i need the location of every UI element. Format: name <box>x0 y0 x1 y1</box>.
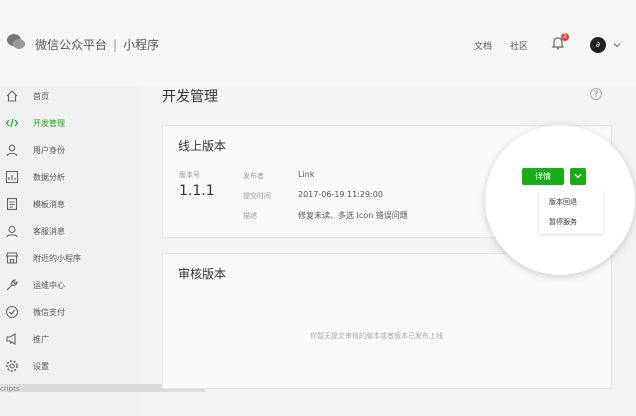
brand-separator: | <box>113 38 118 52</box>
wrench-icon <box>6 279 18 291</box>
help-icon[interactable]: ? <box>590 88 602 100</box>
chart-icon <box>5 170 19 184</box>
description-value: 修复未读、多选 Icon 错误问题 <box>298 211 408 220</box>
sidebar-item-settings[interactable]: 设置 <box>0 356 140 378</box>
avatar[interactable]: ∂ <box>590 37 606 53</box>
menu-item-pause-service[interactable]: 暂停服务 <box>549 217 577 227</box>
version-label: 版本号 <box>179 171 200 179</box>
publisher-value: Link <box>298 170 315 179</box>
sidebar-item-label: 附近的小程序 <box>33 254 81 263</box>
brand-name: 微信公众平台 <box>35 38 108 52</box>
sidebar-item-data-analysis[interactable]: 数据分析 <box>0 167 140 189</box>
top-header: 微信公众平台 | 小程序 文档 社区 2 ∂ <box>0 0 636 86</box>
sidebar-item-label: 客服消息 <box>33 227 65 236</box>
sidebar-item-label: 首页 <box>33 92 49 101</box>
sidebar-item-ops-center[interactable]: 运维中心 <box>0 275 140 297</box>
sidebar-item-label: 推广 <box>33 335 49 344</box>
home-icon <box>6 90 18 102</box>
user-icon <box>6 144 18 157</box>
store-icon <box>5 252 19 264</box>
code-icon <box>5 118 19 128</box>
document-icon <box>6 197 18 211</box>
sidebar-item-template-messages[interactable]: 模板消息 <box>0 194 140 216</box>
community-link[interactable]: 社区 <box>510 39 528 52</box>
payment-icon <box>5 305 19 319</box>
sidebar-item-customer-service[interactable]: 客服消息 <box>0 221 140 243</box>
sidebar-item-label: 运维中心 <box>33 281 65 290</box>
actions-dropdown-menu: 版本回退 暂停服务 <box>539 190 603 234</box>
menu-item-version-rollback[interactable]: 版本回退 <box>549 197 577 207</box>
docs-link[interactable]: 文档 <box>474 39 492 52</box>
more-actions-button[interactable] <box>570 168 586 185</box>
submit-time-value: 2017-06-19 11:29:00 <box>298 190 383 199</box>
product-name: 小程序 <box>123 38 160 52</box>
chevron-down-icon[interactable] <box>613 41 621 49</box>
page-title: 开发管理 <box>162 89 218 105</box>
description-label: 描述 <box>243 212 257 220</box>
sidebar-item-label: 模板消息 <box>33 200 65 209</box>
sidebar-item-label: 开发管理 <box>33 119 65 128</box>
sidebar-item-dev-management[interactable]: 开发管理 <box>0 113 140 135</box>
version-number: 1.1.1 <box>179 183 215 199</box>
sidebar-item-label: 设置 <box>33 362 49 371</box>
sidebar-item-label: 用户身份 <box>33 146 65 155</box>
online-version-title: 线上版本 <box>178 139 227 153</box>
support-icon <box>6 225 18 238</box>
sidebar-item-user-identity[interactable]: 用户身份 <box>0 140 140 162</box>
chevron-down-icon <box>574 174 582 179</box>
sidebar-item-label: 数据分析 <box>33 173 65 182</box>
brand-title[interactable]: 微信公众平台 | 小程序 <box>35 36 159 53</box>
detail-button[interactable]: 详情 <box>522 168 564 185</box>
publisher-label: 发布者 <box>243 172 264 180</box>
gear-icon <box>6 360 18 372</box>
scripts-text: cripts <box>0 385 20 393</box>
wechat-logo-icon[interactable] <box>6 33 26 51</box>
review-version-title: 审核版本 <box>178 267 227 281</box>
sidebar-item-wechat-pay[interactable]: 微信支付 <box>0 302 140 324</box>
empty-state-text: 你暂无提交审核的版本或者版本已发布上线 <box>310 332 443 340</box>
sidebar-item-nearby-miniprograms[interactable]: 附近的小程序 <box>0 248 140 270</box>
sidebar-item-label: 微信支付 <box>33 308 65 317</box>
submit-time-label: 提交时间 <box>243 192 271 200</box>
megaphone-icon <box>6 333 16 345</box>
sidebar-item-promotion[interactable]: 推广 <box>0 329 140 351</box>
notification-badge: 2 <box>561 33 569 41</box>
sidebar-item-home[interactable]: 首页 <box>0 86 140 108</box>
sidebar: 首页 开发管理 用户身份 数据分析 模板消息 客服消息 附近的小程序 运维中心 … <box>0 86 140 416</box>
